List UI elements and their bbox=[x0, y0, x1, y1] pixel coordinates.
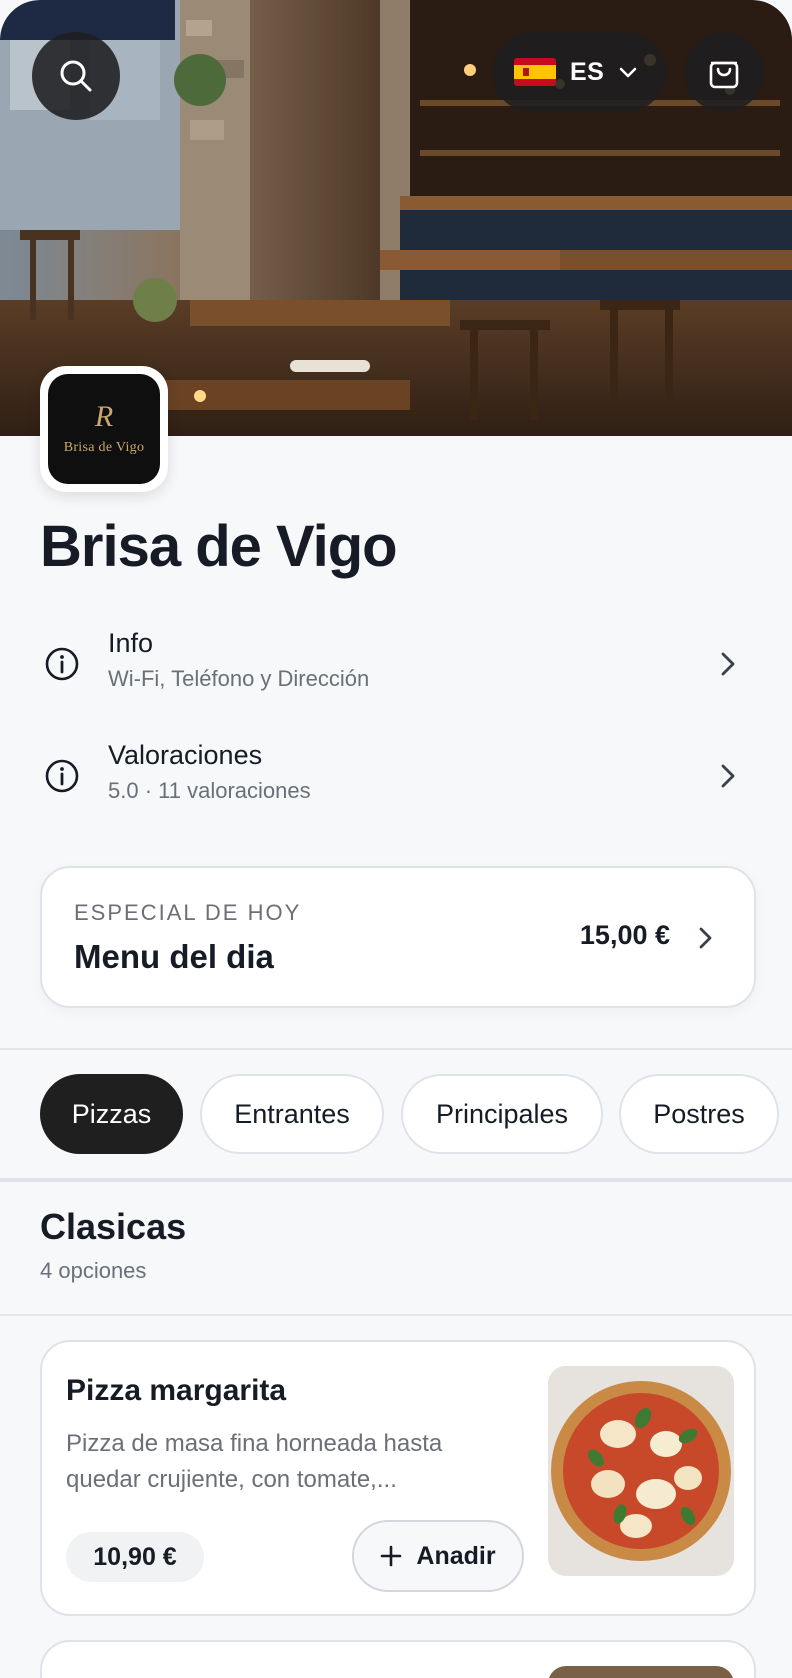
ratings-row-subtitle: 5.0 · 11 valoraciones bbox=[108, 778, 311, 803]
add-button-label: Anadir bbox=[416, 1541, 496, 1570]
special-name: Menu del dia bbox=[74, 938, 274, 975]
add-to-cart-button[interactable]: Anadir bbox=[352, 1520, 524, 1592]
chevron-right-icon bbox=[721, 764, 735, 788]
logo-monogram: R bbox=[94, 400, 114, 433]
category-tabs: Pizzas Entrantes Principales Postres bbox=[0, 1050, 792, 1178]
product-description: Pizza de masa fina horneada hasta quedar… bbox=[66, 1430, 443, 1493]
menu-page: ES R Brisa de Vigo Brisa de Vigo Info Wi… bbox=[0, 0, 792, 1678]
restaurant-logo: R Brisa de Vigo bbox=[40, 366, 168, 492]
chevron-right-icon bbox=[721, 652, 735, 676]
info-icon bbox=[45, 647, 79, 681]
info-icon bbox=[45, 759, 79, 793]
plus-icon bbox=[381, 1545, 402, 1567]
product-price: 10,90 € bbox=[66, 1532, 204, 1582]
search-icon bbox=[60, 60, 92, 92]
daily-special-card[interactable]: ESPECIAL DE HOY Menu del dia 15,00 € bbox=[40, 866, 756, 1008]
language-code: ES bbox=[570, 57, 605, 86]
restaurant-name: Brisa de Vigo bbox=[40, 514, 398, 579]
section-count: 4 opciones bbox=[40, 1258, 147, 1283]
section-divider bbox=[0, 1314, 792, 1316]
special-price: 15,00 € bbox=[579, 920, 670, 950]
shopping-bag-icon bbox=[709, 61, 739, 89]
ratings-row-title: Valoraciones bbox=[108, 740, 263, 770]
info-row[interactable]: Info Wi-Fi, Teléfono y Dirección bbox=[40, 626, 752, 716]
product-card[interactable] bbox=[40, 1640, 756, 1678]
language-selector[interactable]: ES bbox=[492, 32, 666, 112]
logo-text: Brisa de Vigo bbox=[63, 440, 145, 455]
product-name: Pizza margarita bbox=[66, 1374, 287, 1407]
logo-mark: R Brisa de Vigo bbox=[48, 374, 160, 484]
product-image bbox=[548, 1366, 734, 1576]
product-image bbox=[548, 1666, 734, 1678]
special-kicker: ESPECIAL DE HOY bbox=[74, 900, 302, 925]
chevron-right-icon bbox=[699, 927, 712, 949]
info-row-title: Info bbox=[108, 628, 154, 658]
search-button[interactable] bbox=[32, 32, 120, 120]
tab-pizzas[interactable]: Pizzas bbox=[40, 1074, 183, 1154]
info-row-subtitle: Wi-Fi, Teléfono y Dirección bbox=[108, 666, 370, 691]
product-card[interactable]: Pizza margarita Pizza de masa fina horne… bbox=[40, 1340, 756, 1616]
tabs-divider bbox=[0, 1178, 792, 1182]
tab-principales[interactable]: Principales bbox=[401, 1074, 603, 1154]
cart-button[interactable] bbox=[684, 32, 764, 112]
spain-flag-icon bbox=[514, 58, 556, 86]
tab-postres[interactable]: Postres bbox=[619, 1074, 779, 1154]
ratings-row[interactable]: Valoraciones 5.0 · 11 valoraciones bbox=[40, 738, 752, 828]
chevron-down-icon bbox=[620, 67, 637, 78]
tab-entrantes[interactable]: Entrantes bbox=[200, 1074, 384, 1154]
section-title: Clasicas bbox=[40, 1206, 187, 1247]
pizza-photo bbox=[548, 1366, 734, 1576]
